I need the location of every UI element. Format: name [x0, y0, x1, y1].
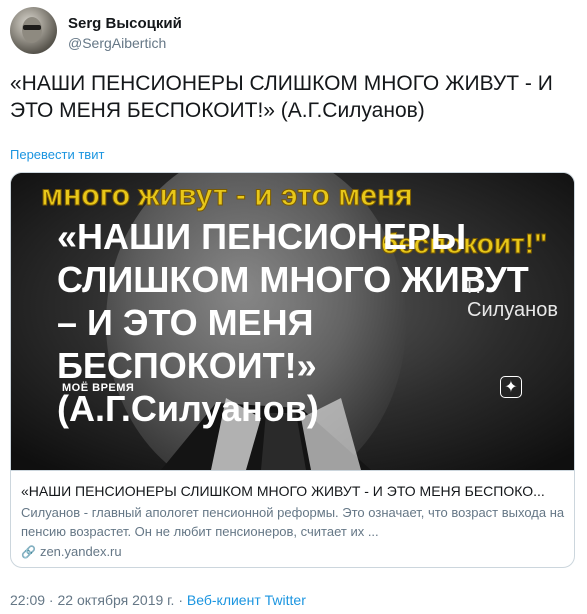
zen-logo-icon: ✦ [500, 376, 522, 398]
avatar[interactable] [10, 7, 57, 54]
user-handle[interactable]: @SergAibertich [68, 35, 166, 51]
banner-top-text: много живут - и это меня [41, 179, 413, 212]
card-image-title: «НАШИ ПЕНСИОНЕРЫ СЛИШКОМ МНОГО ЖИВУТ – И… [57, 216, 529, 429]
card-image[interactable]: много живут - и это меня беспокоит!" «НА… [11, 173, 574, 470]
card-image-name-overlay: Г. Силуанов [467, 276, 558, 321]
card-domain[interactable]: 🔗 zen.yandex.ru [21, 544, 122, 559]
tweet-client[interactable]: Веб-клиент Twitter [187, 592, 306, 608]
card-description: Силуанов - главный апологет пенсионной р… [21, 505, 565, 539]
card-domain-text: zen.yandex.ru [39, 544, 122, 559]
tweet-timestamp[interactable]: 22:09 · 22 октября 2019 г. · [10, 592, 183, 608]
tweet-header: Serg Высоцкий @SergAibertich [10, 6, 570, 56]
translate-link[interactable]: Перевести твит [10, 147, 104, 162]
avatar-face [22, 17, 42, 43]
card-title[interactable]: «НАШИ ПЕНСИОНЕРЫ СЛИШКОМ МНОГО ЖИВУТ - И… [21, 483, 566, 499]
avatar-sunglasses [23, 25, 41, 30]
card-body[interactable]: «НАШИ ПЕНСИОНЕРЫ СЛИШКОМ МНОГО ЖИВУТ - И… [11, 470, 574, 567]
link-icon: 🔗 [21, 545, 36, 559]
tweet-text: «НАШИ ПЕНСИОНЕРЫ СЛИШКОМ МНОГО ЖИВУТ - И… [10, 72, 553, 122]
user-name[interactable]: Serg Высоцкий [68, 15, 182, 32]
link-card[interactable]: много живут - и это меня беспокоит!" «НА… [10, 172, 575, 568]
card-image-caption: МОЁ ВРЕМЯ [62, 382, 135, 394]
tweet-footer: 22:09 · 22 октября 2019 г. · Веб-клиент … [10, 592, 306, 608]
